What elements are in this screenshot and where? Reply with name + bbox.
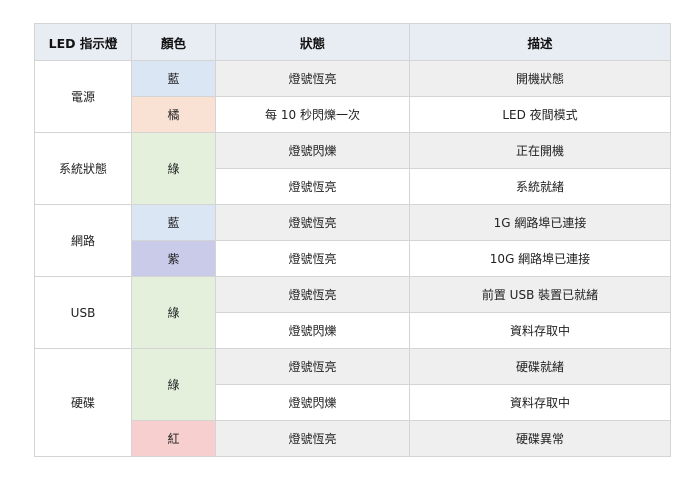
- header-description: 描述: [409, 23, 671, 61]
- status-cell: 燈號恆亮: [215, 348, 410, 385]
- component-cell-disk: 硬碟: [34, 348, 132, 457]
- description-cell: 10G 網路埠已連接: [409, 240, 671, 277]
- description-cell: 開機狀態: [409, 60, 671, 97]
- description-cell: LED 夜間模式: [409, 96, 671, 133]
- header-color: 顏色: [131, 23, 216, 61]
- description-cell: 前置 USB 裝置已就緒: [409, 276, 671, 313]
- table-row: 電源 藍 燈號恆亮 開機狀態: [34, 60, 671, 133]
- header-indicator: LED 指示燈: [34, 23, 132, 61]
- color-cell: 綠: [131, 132, 216, 205]
- table-row: 網路 藍 燈號恆亮 1G 網路埠已連接: [34, 204, 671, 277]
- description-cell: 硬碟異常: [409, 420, 671, 457]
- description-cell: 正在開機: [409, 132, 671, 169]
- description-cell: 資料存取中: [409, 384, 671, 421]
- color-cell: 橘: [131, 96, 216, 133]
- header-status: 狀態: [215, 23, 410, 61]
- description-cell: 資料存取中: [409, 312, 671, 349]
- color-cell: 藍: [131, 60, 216, 97]
- table-row: 硬碟 綠 燈號恆亮 硬碟就緒: [34, 348, 671, 457]
- status-cell: 每 10 秒閃爍一次: [215, 96, 410, 133]
- color-cell: 綠: [131, 348, 216, 421]
- table-row: 系統狀態 綠 燈號閃爍 正在開機: [34, 132, 671, 205]
- component-cell-power: 電源: [34, 60, 132, 133]
- component-cell-network: 網路: [34, 204, 132, 277]
- description-cell: 系統就緒: [409, 168, 671, 205]
- status-cell: 燈號恆亮: [215, 60, 410, 97]
- color-cell: 藍: [131, 204, 216, 241]
- color-cell: 紫: [131, 240, 216, 277]
- led-indicator-table: LED 指示燈 顏色 狀態 描述 電源 藍 燈號恆亮 開機狀態 橘 每 10 秒…: [34, 23, 671, 457]
- description-cell: 硬碟就緒: [409, 348, 671, 385]
- table-row: USB 綠 燈號恆亮 前置 USB 裝置已就緒: [34, 276, 671, 349]
- color-cell: 紅: [131, 420, 216, 457]
- table-header-row: LED 指示燈 顏色 狀態 描述: [34, 23, 671, 61]
- description-cell: 1G 網路埠已連接: [409, 204, 671, 241]
- color-cell: 綠: [131, 276, 216, 349]
- status-cell: 燈號恆亮: [215, 276, 410, 313]
- status-cell: 燈號恆亮: [215, 420, 410, 457]
- status-cell: 燈號閃爍: [215, 312, 410, 349]
- component-cell-system-status: 系統狀態: [34, 132, 132, 205]
- status-cell: 燈號閃爍: [215, 132, 410, 169]
- status-cell: 燈號恆亮: [215, 204, 410, 241]
- status-cell: 燈號閃爍: [215, 384, 410, 421]
- status-cell: 燈號恆亮: [215, 168, 410, 205]
- component-cell-usb: USB: [34, 276, 132, 349]
- status-cell: 燈號恆亮: [215, 240, 410, 277]
